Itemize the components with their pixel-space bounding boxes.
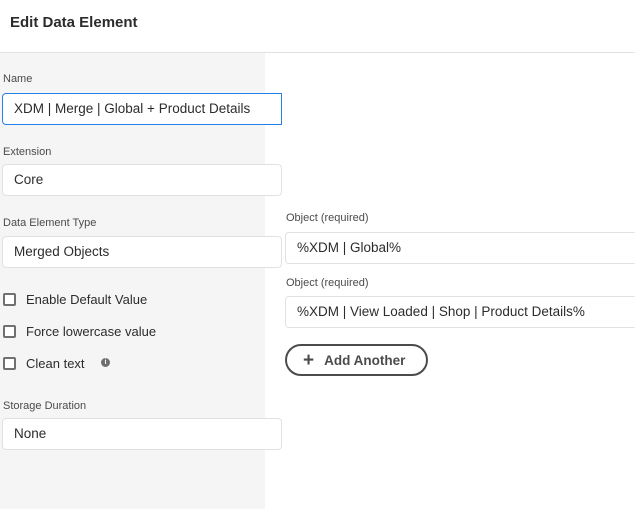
force-lowercase-checkbox[interactable] xyxy=(3,325,16,338)
clean-text-checkbox[interactable] xyxy=(3,357,16,370)
extension-label: Extension xyxy=(3,146,52,158)
plus-icon: + xyxy=(303,349,315,371)
enable-default-value-label: Enable Default Value xyxy=(26,292,148,307)
name-input[interactable]: XDM | Merge | Global + Product Details xyxy=(2,93,282,125)
add-another-label: Add Another xyxy=(324,352,406,368)
object-label-2: Object (required) xyxy=(286,277,369,289)
page-title: Edit Data Element xyxy=(10,14,138,31)
object-label-1: Object (required) xyxy=(286,212,369,224)
clean-text-label: Clean text xyxy=(26,356,85,371)
object-input-2[interactable]: %XDM | View Loaded | Shop | Product Deta… xyxy=(285,296,635,328)
enable-default-value-checkbox[interactable] xyxy=(3,293,16,306)
add-another-button[interactable]: + Add Another xyxy=(285,344,428,376)
name-label: Name xyxy=(3,73,33,85)
object-input-1[interactable]: %XDM | Global% xyxy=(285,232,635,264)
force-lowercase-label: Force lowercase value xyxy=(26,324,157,339)
data-element-type-label: Data Element Type xyxy=(3,217,97,229)
storage-duration-label: Storage Duration xyxy=(3,400,87,412)
storage-duration-select[interactable]: None xyxy=(2,418,282,450)
data-element-type-select[interactable]: Merged Objects xyxy=(2,236,282,268)
dialog-header: Edit Data Element xyxy=(0,0,635,53)
extension-select[interactable]: Core xyxy=(2,164,282,196)
info-icon[interactable]: i xyxy=(101,358,110,367)
